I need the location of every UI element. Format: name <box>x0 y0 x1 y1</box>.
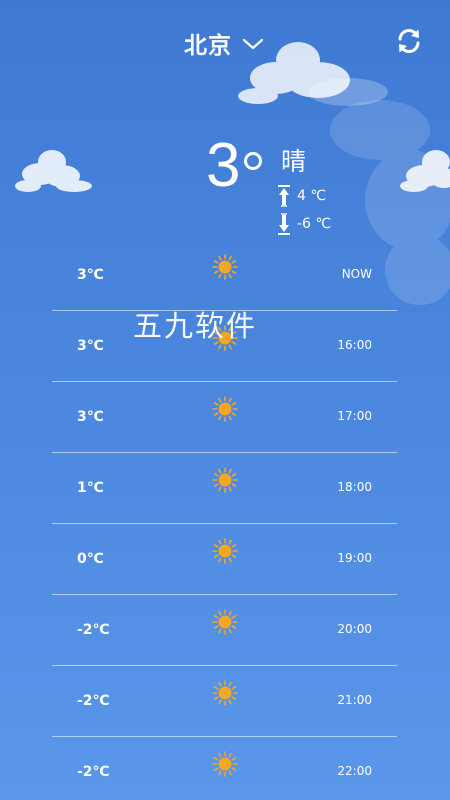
hourly-temperature: 3℃ <box>77 267 104 283</box>
low-temperature: -6 ℃ <box>278 213 331 235</box>
hourly-row: 3℃ 17:00 <box>52 382 397 453</box>
current-temperature: 3 <box>206 131 241 200</box>
sun-icon <box>212 467 238 493</box>
hourly-temperature: 3℃ <box>77 409 104 425</box>
sun-icon <box>212 254 238 280</box>
sun-icon <box>212 680 238 706</box>
city-name[interactable]: 北京 <box>184 26 232 60</box>
cloud-decoration-left <box>15 150 92 192</box>
hourly-row: 1℃ 18:00 <box>52 453 397 524</box>
city-selector[interactable]: 北京 <box>184 26 264 60</box>
high-temperature: 4 ℃ <box>278 185 326 207</box>
chevron-down-icon[interactable] <box>242 37 264 51</box>
hourly-row: -2℃ 20:00 <box>52 595 397 666</box>
current-condition: 晴 <box>281 147 307 176</box>
high-temperature-value: 4 ℃ <box>297 188 327 204</box>
sun-icon <box>212 396 238 422</box>
hourly-row: 0℃ 19:00 <box>52 524 397 595</box>
hourly-temperature: 3℃ <box>77 338 104 354</box>
watermark-text: 五九软件 <box>133 309 258 343</box>
hourly-time: 18:00 <box>337 480 372 494</box>
hourly-temperature: -2℃ <box>77 764 110 780</box>
refresh-icon[interactable] <box>394 26 424 56</box>
sun-icon <box>212 609 238 635</box>
hourly-time: NOW <box>341 267 372 281</box>
hourly-row: 3℃ NOW <box>52 240 397 311</box>
hourly-row: -2℃ 22:00 <box>52 737 397 800</box>
arrow-down-icon <box>278 213 290 235</box>
degree-symbol <box>244 152 262 170</box>
weather-screen: 北京 3 晴 4 ℃ -6 ℃ 3℃ NOW 3℃ 16:00 3℃ 17:00… <box>0 0 450 800</box>
sun-icon <box>212 538 238 564</box>
hourly-row: -2℃ 21:00 <box>52 666 397 737</box>
low-temperature-value: -6 ℃ <box>297 216 332 232</box>
header-bar: 北京 <box>0 26 450 60</box>
hourly-time: 21:00 <box>337 693 372 707</box>
hourly-time: 20:00 <box>337 622 372 636</box>
hourly-time: 16:00 <box>337 338 372 352</box>
arrow-up-icon <box>278 185 290 207</box>
hourly-temperature: 1℃ <box>77 480 104 496</box>
sun-icon <box>212 751 238 777</box>
hourly-time: 22:00 <box>337 764 372 778</box>
hourly-temperature: -2℃ <box>77 622 110 638</box>
cloud-decoration-right <box>400 150 450 192</box>
hourly-time: 17:00 <box>337 409 372 423</box>
hourly-temperature: -2℃ <box>77 693 110 709</box>
hourly-time: 19:00 <box>337 551 372 565</box>
hourly-temperature: 0℃ <box>77 551 104 567</box>
